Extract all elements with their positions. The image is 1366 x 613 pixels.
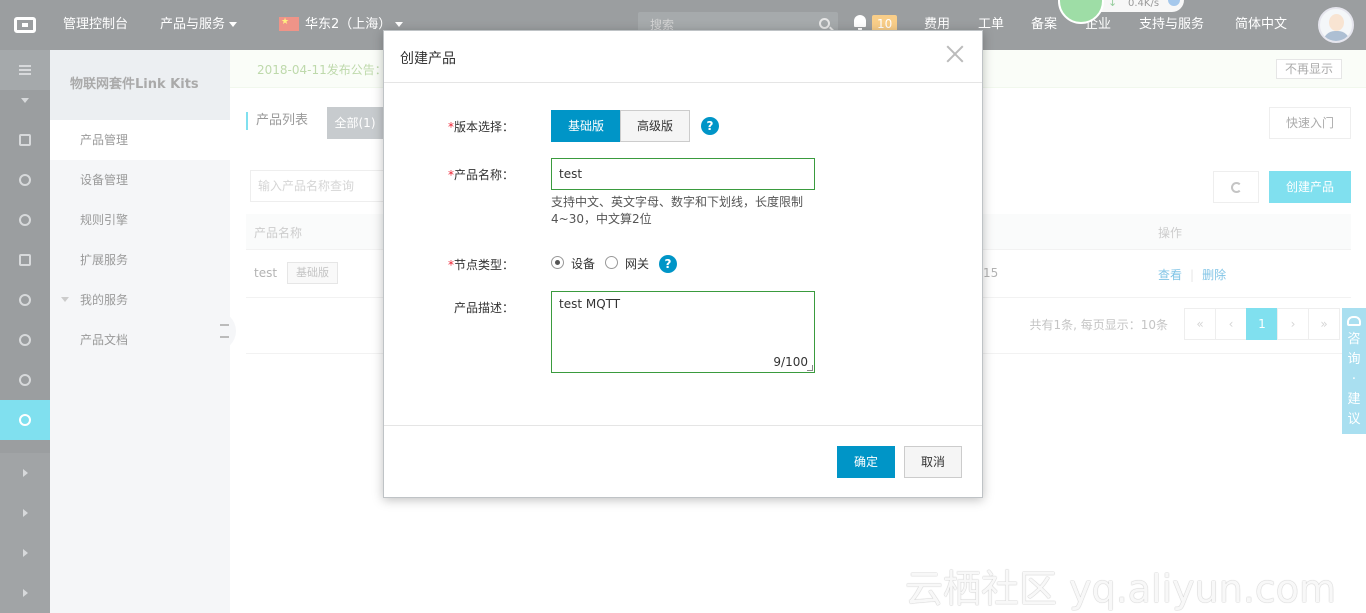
- edition-label: *版本选择：: [384, 118, 514, 135]
- create-product-dialog: 创建产品 *版本选择： 基础版 高级版 ? *产品名称： test 支持中文、英…: [383, 30, 983, 498]
- feedback-tab[interactable]: 咨 询 · 建 议: [1342, 308, 1366, 434]
- feedback-char: 议: [1347, 412, 1361, 427]
- feedback-char: 询: [1347, 352, 1361, 367]
- cancel-button[interactable]: 取消: [904, 446, 962, 478]
- node-gateway-label[interactable]: 网关: [625, 255, 649, 272]
- product-name-hint: 支持中文、英文字母、数字和下划线，长度限制4~30，中文算2位: [551, 195, 804, 226]
- node-type-label-text: 节点类型：: [453, 258, 514, 272]
- feedback-char: ·: [1351, 372, 1357, 387]
- close-icon[interactable]: [946, 45, 964, 63]
- dialog-title: 创建产品: [400, 51, 456, 67]
- edition-label-text: 版本选择：: [453, 120, 514, 134]
- node-type-label: *节点类型：: [384, 256, 514, 273]
- edition-advanced-button[interactable]: 高级版: [620, 110, 690, 142]
- node-gateway-radio[interactable]: [605, 256, 618, 269]
- help-icon[interactable]: ?: [701, 117, 719, 135]
- node-device-radio[interactable]: [551, 256, 564, 269]
- product-description-textarea[interactable]: test MQTT 9/100: [551, 291, 815, 373]
- watermark: 云栖社区 yq.aliyun.com: [905, 567, 1337, 611]
- feedback-char: 建: [1347, 392, 1361, 407]
- dialog-footer-divider: [384, 425, 982, 426]
- product-name-input[interactable]: test: [551, 158, 815, 190]
- name-label-text: 产品名称：: [453, 168, 514, 182]
- chat-icon: [1347, 316, 1361, 326]
- description-text: test MQTT: [559, 297, 621, 311]
- description-char-counter: 9/100: [773, 355, 808, 369]
- node-device-label[interactable]: 设备: [571, 255, 595, 272]
- resize-handle-icon[interactable]: [807, 365, 813, 371]
- dialog-header: 创建产品: [384, 31, 982, 83]
- description-label: 产品描述：: [453, 301, 514, 315]
- feedback-char: 咨: [1347, 332, 1361, 347]
- help-icon[interactable]: ?: [659, 255, 677, 273]
- confirm-button[interactable]: 确定: [837, 446, 895, 478]
- edition-basic-button[interactable]: 基础版: [551, 110, 621, 142]
- name-label: *产品名称：: [384, 166, 514, 183]
